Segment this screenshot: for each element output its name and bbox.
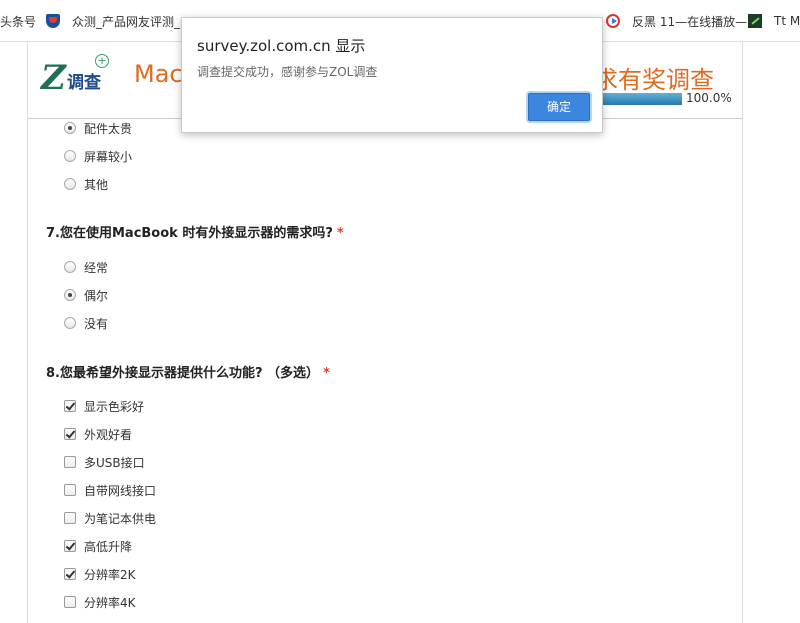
bookmark-label: 头条号 xyxy=(0,14,37,29)
radio-button[interactable] xyxy=(64,122,76,134)
q8-option-4[interactable]: 自带网线接口 xyxy=(64,482,156,498)
checkbox[interactable] xyxy=(64,540,76,552)
bookmark-label: Tt MC xyxy=(774,14,800,28)
radio-button[interactable] xyxy=(64,261,76,273)
required-mark: * xyxy=(336,226,344,241)
option-label: 多USB接口 xyxy=(84,455,145,470)
question-7-title: 7.您在使用MacBook 时有外接显示器的需求吗? * xyxy=(46,222,344,241)
q8-option-8[interactable]: 分辨率4K xyxy=(64,594,136,610)
option-label: 高低升降 xyxy=(84,539,133,554)
option-label: 偶尔 xyxy=(84,288,109,303)
option-label: 分辨率4K xyxy=(84,595,136,610)
question-text: 8.您最希望外接显示器提供什么功能? （多选） xyxy=(46,366,320,381)
checkbox[interactable] xyxy=(64,400,76,412)
bookmark-zhongce[interactable]: 众测_产品网友评测_ xyxy=(46,0,181,41)
zol-survey-logo[interactable]: Z 调查 + xyxy=(41,54,113,98)
q6-option-2[interactable]: 屏幕较小 xyxy=(64,148,132,164)
checkbox[interactable] xyxy=(64,568,76,580)
q8-option-2[interactable]: 外观好看 xyxy=(64,426,132,442)
required-mark: * xyxy=(323,366,330,381)
q6-option-1[interactable]: 配件太贵 xyxy=(64,120,132,136)
option-label: 外观好看 xyxy=(84,427,133,442)
shield-icon xyxy=(46,14,60,28)
option-label: 自带网线接口 xyxy=(84,483,157,498)
q8-option-1[interactable]: 显示色彩好 xyxy=(64,398,144,414)
option-label: 屏幕较小 xyxy=(84,149,133,164)
q6-option-3[interactable]: 其他 xyxy=(64,176,108,192)
page-title-left: Mac xyxy=(134,60,183,88)
option-label: 分辨率2K xyxy=(84,567,136,582)
q8-option-6[interactable]: 高低升降 xyxy=(64,538,132,554)
bookmark-label: 反黑 11—在线播放— xyxy=(632,14,748,29)
q7-option-2[interactable]: 偶尔 xyxy=(64,287,108,303)
ok-button[interactable]: 确定 xyxy=(528,93,590,121)
radio-button[interactable] xyxy=(64,150,76,162)
checkbox[interactable] xyxy=(64,596,76,608)
progress-label: 100.0% xyxy=(686,91,732,105)
radio-button[interactable] xyxy=(64,289,76,301)
page-title-right: 求有奖调查 xyxy=(594,66,714,94)
question-text: 7.您在使用MacBook 时有外接显示器的需求吗? xyxy=(46,226,333,241)
checkbox[interactable] xyxy=(64,428,76,440)
q8-option-3[interactable]: 多USB接口 xyxy=(64,454,145,470)
q7-option-3[interactable]: 没有 xyxy=(64,315,108,331)
q7-option-1[interactable]: 经常 xyxy=(64,259,108,275)
q8-option-7[interactable]: 分辨率2K xyxy=(64,566,136,582)
alert-dialog: survey.zol.com.cn 显示 调查提交成功，感谢参与ZOL调查 确定 xyxy=(181,17,603,133)
zed-icon xyxy=(748,14,762,28)
radio-button[interactable] xyxy=(64,317,76,329)
question-8-title: 8.您最希望外接显示器提供什么功能? （多选） * xyxy=(46,362,330,381)
radio-button[interactable] xyxy=(64,178,76,190)
option-label: 显示色彩好 xyxy=(84,399,145,414)
plus-icon: + xyxy=(95,54,109,68)
checkbox[interactable] xyxy=(64,512,76,524)
logo-letter: Z xyxy=(41,58,66,98)
bookmark-fanhei[interactable]: 反黑 11—在线播放— xyxy=(606,0,748,41)
dialog-message: 调查提交成功，感谢参与ZOL调查 xyxy=(197,65,378,79)
bookmark-label: 众测_产品网友评测_ xyxy=(72,14,181,29)
option-label: 没有 xyxy=(84,316,109,331)
q8-option-5[interactable]: 为笔记本供电 xyxy=(64,510,156,526)
option-label: 配件太贵 xyxy=(84,121,133,136)
option-label: 经常 xyxy=(84,260,109,275)
bookmark-toutiao[interactable]: 头条号 xyxy=(0,0,37,41)
bookmark-tt[interactable]: Tt MC xyxy=(748,0,800,41)
logo-text: 调查 xyxy=(67,73,101,93)
option-label: 其他 xyxy=(84,177,109,192)
play-circle-icon xyxy=(606,14,620,28)
option-label: 为笔记本供电 xyxy=(84,511,157,526)
dialog-title: survey.zol.com.cn 显示 xyxy=(197,37,366,55)
checkbox[interactable] xyxy=(64,484,76,496)
checkbox[interactable] xyxy=(64,456,76,468)
